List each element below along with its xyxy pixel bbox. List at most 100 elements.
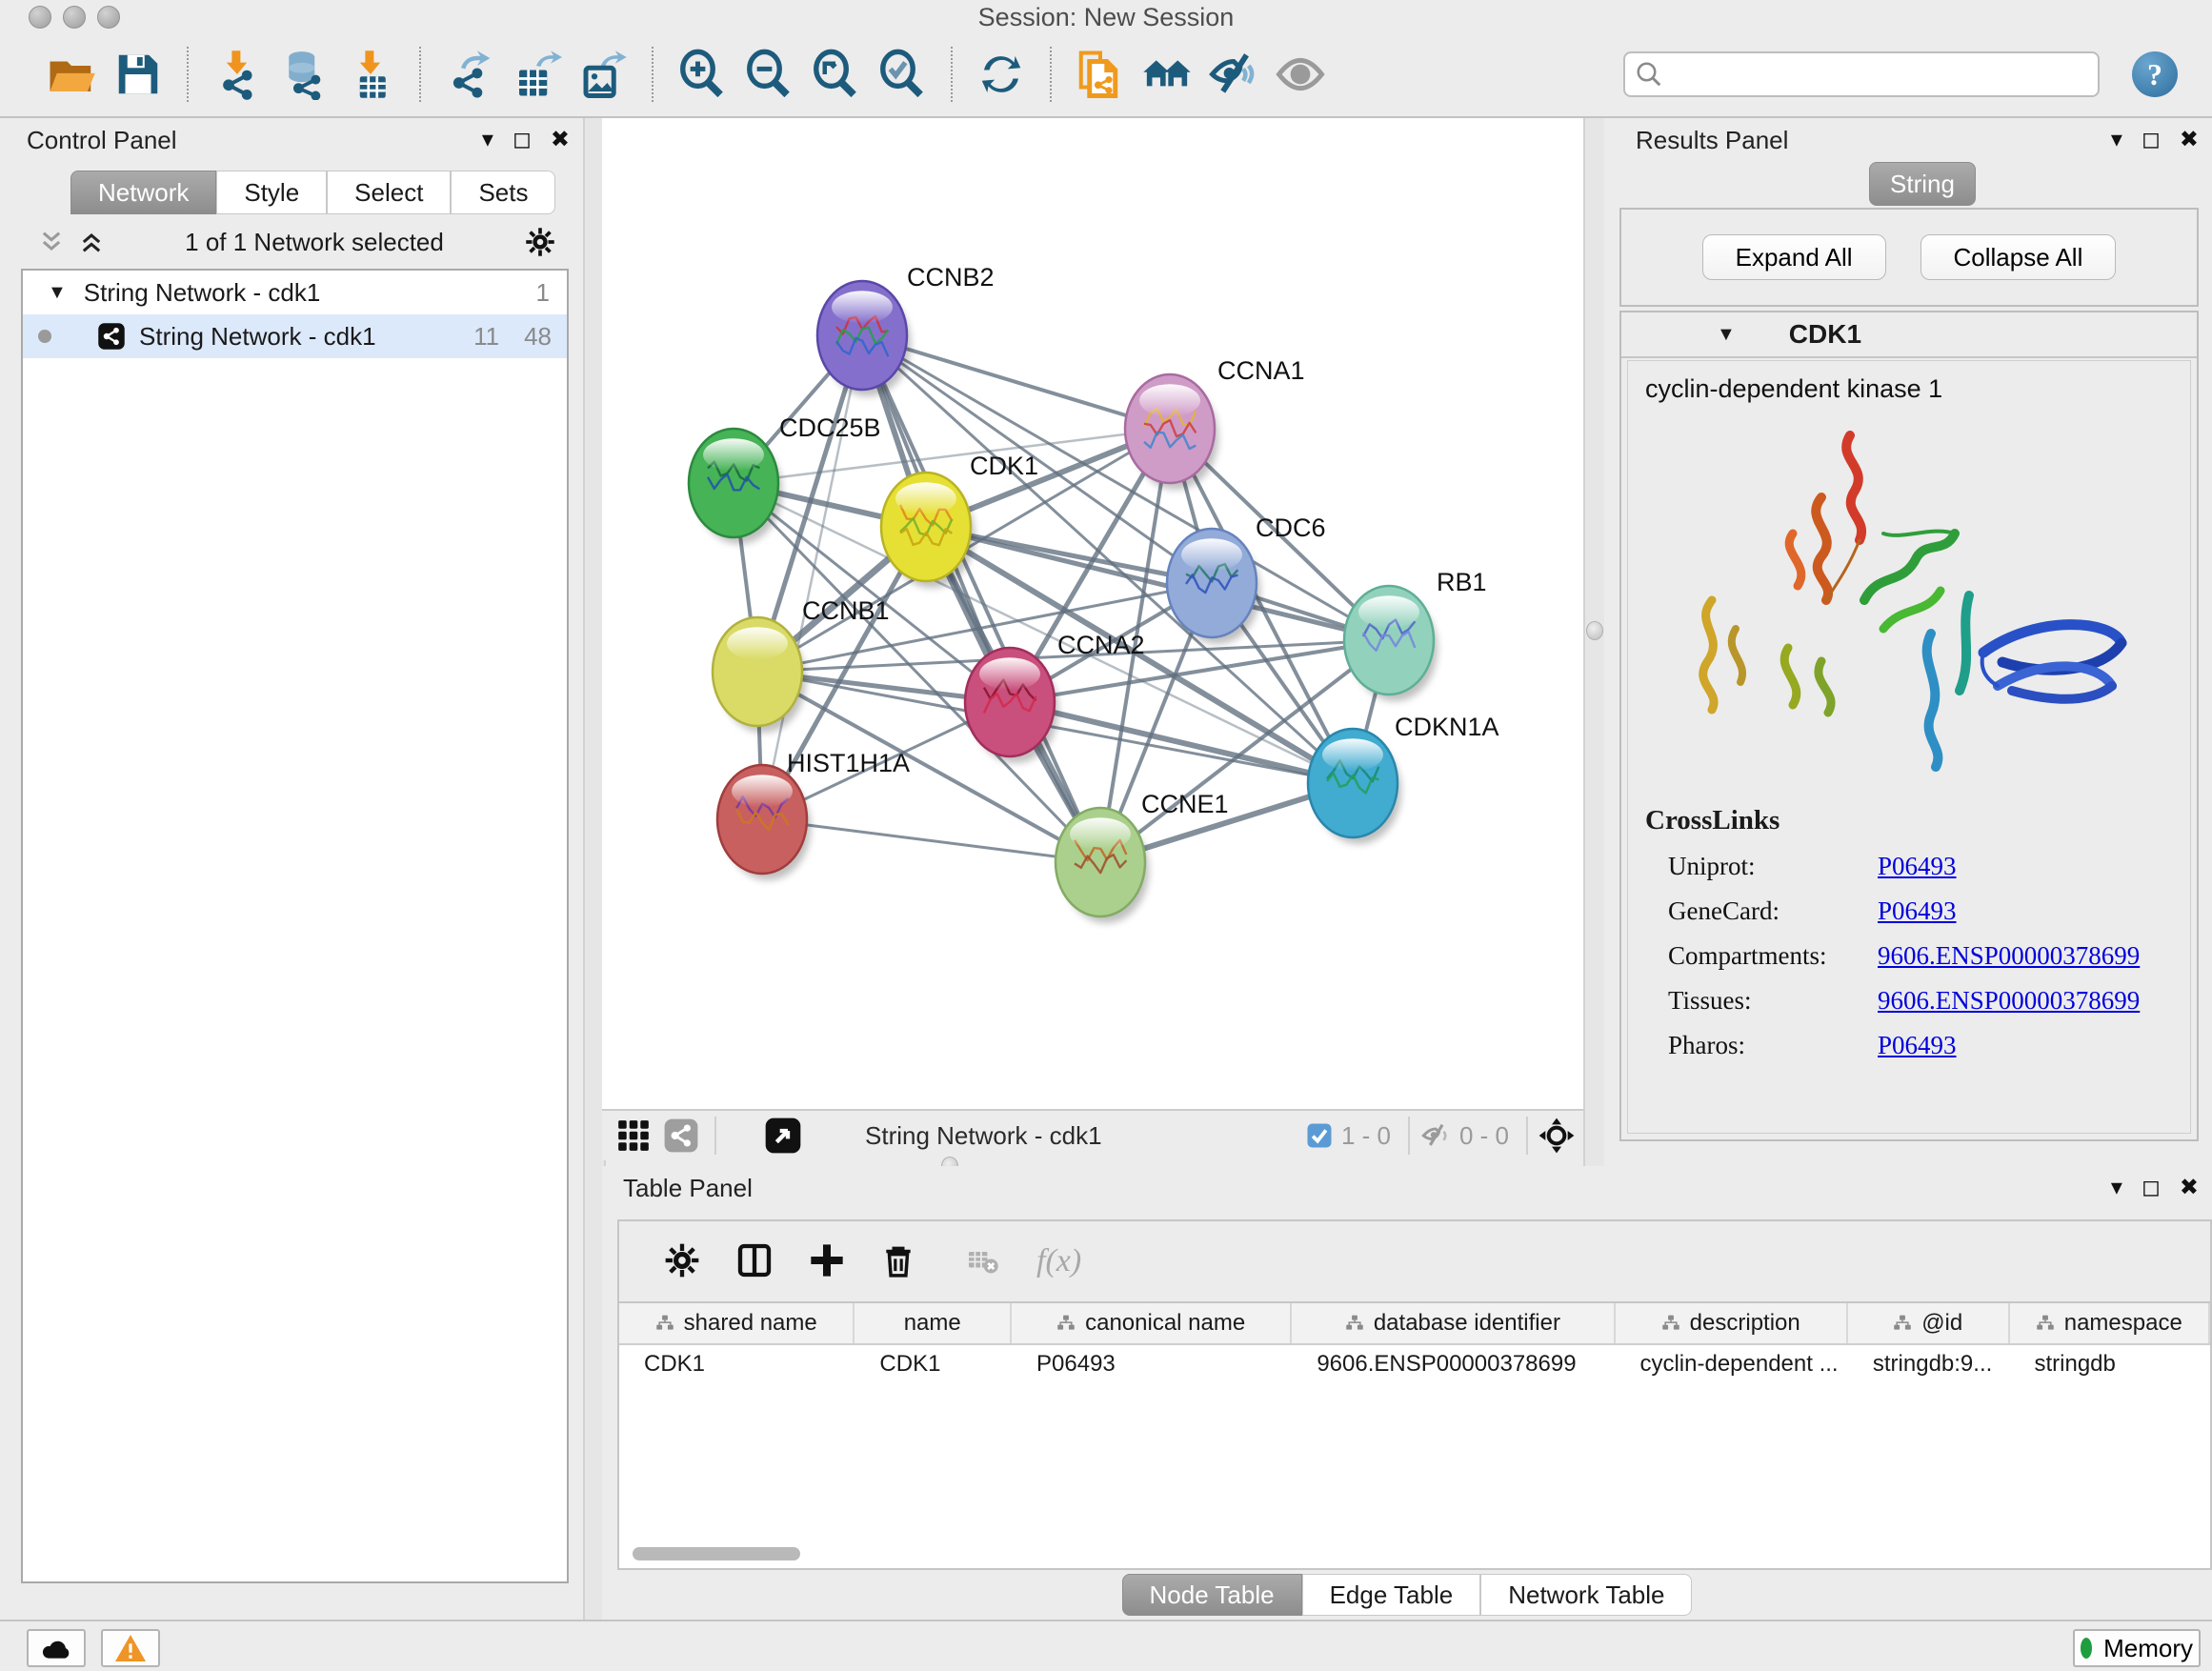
help-button[interactable]: ?	[2132, 51, 2178, 97]
panel-close-icon[interactable]: ✖	[2180, 129, 2199, 151]
column-header-namespace[interactable]: namespace	[2010, 1303, 2211, 1343]
panel-float-icon[interactable]: ◻	[513, 129, 532, 151]
column-header-shared-name[interactable]: shared name	[619, 1303, 855, 1343]
hide-selection-button[interactable]	[1206, 45, 1261, 104]
export-network-button[interactable]	[442, 45, 497, 104]
toolbar-separator	[951, 47, 953, 102]
zoom-in-button[interactable]	[674, 45, 730, 104]
search-input[interactable]	[1623, 51, 2100, 97]
table-settings-button[interactable]	[663, 1241, 701, 1282]
duplicate-network-button[interactable]	[1073, 45, 1128, 104]
import-network-button[interactable]	[210, 45, 265, 104]
open-file-button[interactable]	[44, 45, 99, 104]
import-table-button[interactable]	[343, 45, 398, 104]
network-icon	[97, 322, 126, 351]
warnings-button[interactable]	[101, 1629, 160, 1667]
crosslink-link[interactable]: 9606.ENSP00000378699	[1878, 986, 2140, 1016]
tab-node-table[interactable]: Node Table	[1122, 1574, 1302, 1616]
network-view-button[interactable]	[663, 1117, 699, 1154]
tab-string[interactable]: String	[1869, 162, 1976, 206]
import-database-button[interactable]	[276, 45, 332, 104]
network-collection-row[interactable]: ▼ String Network - cdk1 1	[23, 271, 567, 314]
application-window: Session: New Session	[0, 0, 2212, 1671]
tree-expand-icon[interactable]: ▼	[48, 282, 67, 304]
tab-edge-table[interactable]: Edge Table	[1302, 1574, 1481, 1616]
home-networks-button[interactable]	[1139, 45, 1195, 104]
network-edge[interactable]	[1010, 702, 1353, 783]
column-header-name[interactable]: name	[855, 1303, 1012, 1343]
memory-label: Memory	[2103, 1634, 2193, 1663]
export-table-button[interactable]	[509, 45, 564, 104]
show-all-button[interactable]	[1273, 45, 1328, 104]
crosslink-link[interactable]: P06493	[1878, 896, 1957, 926]
collapse-all-icon[interactable]	[38, 229, 65, 255]
show-columns-button[interactable]	[735, 1241, 774, 1282]
hidden-eye-icon[interactable]	[1419, 1119, 1452, 1152]
gene-section-header[interactable]: ▼ CDK1	[1621, 312, 2197, 358]
selected-checkbox-icon[interactable]	[1305, 1121, 1334, 1150]
network-edge[interactable]	[762, 819, 1100, 862]
panel-menu-icon[interactable]: ▾	[2111, 129, 2122, 151]
birdseye-button[interactable]	[764, 1117, 802, 1155]
delete-column-button[interactable]	[880, 1241, 916, 1282]
network-edge[interactable]	[862, 335, 1100, 862]
expand-all-icon[interactable]	[78, 229, 105, 255]
panel-close-icon[interactable]: ✖	[551, 129, 570, 151]
column-header-description[interactable]: description	[1616, 1303, 1848, 1343]
collapse-all-button[interactable]: Collapse All	[1920, 234, 2117, 280]
grid-view-button[interactable]	[615, 1117, 652, 1154]
toolbar-separator	[187, 47, 189, 102]
splitter-right[interactable]	[1583, 118, 1606, 1166]
crosslink-row: Compartments:9606.ENSP00000378699	[1645, 941, 2173, 971]
memory-button[interactable]: Memory	[2073, 1629, 2201, 1667]
zoom-out-button[interactable]	[741, 45, 796, 104]
network-node-CCNE1[interactable]: CCNE1	[1056, 790, 1229, 923]
network-canvas[interactable]: CCNB2CCNA1CDC25BCDK1CDC6RB1CCNB1CCNA2CDK…	[602, 118, 1583, 1109]
network-node-CDC6[interactable]: CDC6	[1167, 513, 1326, 644]
crosslink-link[interactable]: 9606.ENSP00000378699	[1878, 941, 2140, 971]
column-header-@id[interactable]: @id	[1848, 1303, 2010, 1343]
pan-crosshair-icon[interactable]	[1538, 1117, 1576, 1155]
column-header-canonical-name[interactable]: canonical name	[1012, 1303, 1292, 1343]
export-image-button[interactable]	[575, 45, 631, 104]
panel-close-icon[interactable]: ✖	[2180, 1177, 2199, 1199]
crosslink-link[interactable]: P06493	[1878, 1031, 1957, 1060]
tab-style[interactable]: Style	[216, 171, 327, 214]
gear-icon[interactable]	[524, 226, 556, 258]
network-edge[interactable]	[762, 335, 862, 819]
horizontal-scrollbar-thumb[interactable]	[633, 1547, 800, 1560]
splitter-grip[interactable]	[1586, 621, 1603, 640]
results-panel-header: Results Panel ▾ ◻ ✖	[1604, 118, 2212, 162]
network-node-RB1[interactable]: RB1	[1344, 568, 1487, 701]
panel-menu-icon[interactable]: ▾	[482, 129, 493, 151]
tab-sets[interactable]: Sets	[451, 171, 555, 214]
network-node-CCNB1[interactable]: CCNB1	[713, 596, 890, 733]
delete-table-button[interactable]	[966, 1243, 1000, 1280]
crosslink-link[interactable]: P06493	[1878, 852, 1957, 881]
column-header-label: canonical name	[1085, 1310, 1245, 1337]
network-row-selected[interactable]: String Network - cdk1 11 48	[23, 314, 567, 358]
panel-menu-icon[interactable]: ▾	[2111, 1177, 2122, 1199]
expand-all-button[interactable]: Expand All	[1702, 234, 1886, 280]
network-node-HIST1H1A[interactable]: HIST1H1A	[717, 749, 910, 880]
table-row[interactable]: CDK1CDK1P064939606.ENSP00000378699cyclin…	[619, 1345, 2210, 1383]
zoom-selected-icon	[876, 49, 928, 100]
tab-network-table[interactable]: Network Table	[1480, 1574, 1692, 1616]
tab-network[interactable]: Network	[70, 171, 216, 214]
panel-float-icon[interactable]: ◻	[2142, 129, 2161, 151]
zoom-fit-button[interactable]	[808, 45, 863, 104]
node-table: shared namename canonical name database id…	[617, 1301, 2212, 1570]
cloud-button[interactable]	[27, 1629, 86, 1667]
table-cell: CDK1	[855, 1345, 1012, 1383]
save-session-button[interactable]	[111, 45, 166, 104]
section-collapse-icon[interactable]: ▼	[1717, 324, 1736, 346]
table-header-row: shared namename canonical name database id…	[619, 1303, 2210, 1345]
formula-builder-button[interactable]: f(x)	[1036, 1243, 1081, 1279]
tab-select[interactable]: Select	[327, 171, 451, 214]
panel-float-icon[interactable]: ◻	[2142, 1177, 2161, 1199]
zoom-selected-button[interactable]	[875, 45, 930, 104]
network-node-CDKN1A[interactable]: CDKN1A	[1308, 713, 1499, 844]
refresh-view-button[interactable]	[974, 45, 1029, 104]
column-header-database-identifier[interactable]: database identifier	[1292, 1303, 1615, 1343]
add-column-button[interactable]	[808, 1241, 846, 1282]
